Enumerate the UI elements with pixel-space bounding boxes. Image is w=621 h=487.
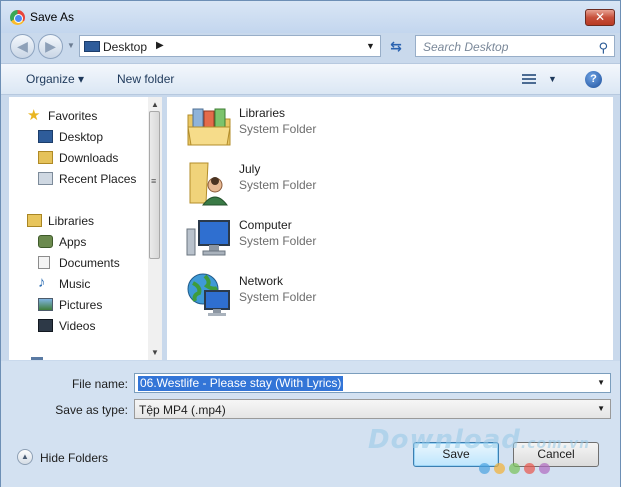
recent-places-icon bbox=[38, 172, 53, 185]
file-name-dropdown-icon[interactable]: ▼ bbox=[597, 378, 605, 387]
address-bar[interactable]: Desktop ▶ ▼ bbox=[79, 35, 381, 57]
item-name: Libraries bbox=[239, 106, 286, 120]
title-bar: Save As ✕ bbox=[1, 1, 620, 33]
search-input[interactable]: Search Desktop ⚲ bbox=[415, 35, 615, 57]
refresh-button[interactable]: ⇆ bbox=[384, 35, 408, 57]
breadcrumb-chevron-icon[interactable]: ▶ bbox=[156, 40, 164, 51]
desktop-icon bbox=[84, 41, 100, 52]
forward-arrow-icon: ▶ bbox=[45, 38, 56, 54]
sidebar-item-partial bbox=[31, 357, 43, 360]
back-button[interactable]: ◀ bbox=[10, 34, 35, 59]
libraries-folder-icon bbox=[187, 108, 231, 146]
documents-icon bbox=[38, 256, 50, 269]
sidebar-scrollbar[interactable]: ▲ ▼ bbox=[148, 97, 162, 360]
sidebar-item-label: Libraries bbox=[48, 214, 95, 228]
item-type: System Folder bbox=[239, 178, 317, 192]
search-icon[interactable]: ⚲ bbox=[598, 40, 608, 56]
scroll-down-icon[interactable]: ▼ bbox=[151, 348, 159, 357]
sidebar-item-label: Desktop bbox=[59, 130, 104, 144]
download-watermark: Download.com.vn bbox=[368, 425, 591, 455]
help-icon[interactable]: ? bbox=[585, 71, 602, 88]
save-as-type-value: Tệp MP4 (.mp4) bbox=[139, 403, 226, 417]
close-button[interactable]: ✕ bbox=[585, 9, 615, 26]
hide-folders-label: Hide Folders bbox=[40, 451, 109, 465]
file-name-value[interactable]: 06.Westlife - Please stay (With Lyrics) bbox=[138, 376, 344, 391]
list-item[interactable]: Libraries System Folder bbox=[185, 103, 485, 155]
watermark-dots bbox=[479, 463, 554, 477]
item-name: Network bbox=[239, 274, 284, 288]
star-icon: ★ bbox=[27, 107, 41, 124]
view-dropdown-icon[interactable]: ▼ bbox=[548, 74, 557, 84]
change-view-icon[interactable] bbox=[522, 72, 536, 86]
organize-button[interactable]: Organize ▾ bbox=[26, 72, 84, 86]
navigation-bar: ◀ ▶ ▼ Desktop ▶ ▼ ⇆ Search Desktop ⚲ bbox=[1, 33, 620, 61]
list-item[interactable]: July System Folder bbox=[185, 159, 485, 211]
user-folder-icon bbox=[189, 162, 229, 206]
sidebar-item-label: Downloads bbox=[59, 151, 119, 165]
sidebar-item-label: Apps bbox=[59, 235, 87, 249]
address-text[interactable]: Desktop bbox=[103, 40, 147, 54]
sidebar-item-label: Recent Places bbox=[59, 172, 137, 186]
history-dropdown-icon[interactable]: ▼ bbox=[67, 41, 75, 50]
navigation-pane: ★ Favorites Desktop Downloads Recent Pla… bbox=[9, 97, 162, 360]
libraries-icon bbox=[27, 214, 42, 227]
videos-icon bbox=[38, 319, 53, 332]
new-folder-button[interactable]: New folder bbox=[117, 72, 174, 86]
item-type: System Folder bbox=[239, 290, 317, 304]
chrome-icon bbox=[10, 10, 25, 25]
sidebar-item-label: Documents bbox=[59, 256, 120, 270]
save-as-dialog: Save As ✕ ◀ ▶ ▼ Desktop ▶ ▼ ⇆ Search Des… bbox=[0, 0, 621, 487]
network-icon bbox=[187, 273, 230, 316]
computer-icon bbox=[186, 220, 230, 256]
apps-icon bbox=[38, 235, 53, 248]
toolbar: Organize ▾ New folder ▼ ? bbox=[1, 63, 620, 95]
collapse-up-icon: ▲ bbox=[17, 449, 33, 465]
file-name-label: File name: bbox=[71, 377, 128, 391]
desktop-icon bbox=[38, 130, 53, 143]
sidebar-item-label: Music bbox=[59, 277, 91, 291]
item-name: July bbox=[239, 162, 261, 176]
forward-button[interactable]: ▶ bbox=[38, 34, 63, 59]
save-as-type-label: Save as type: bbox=[55, 403, 128, 417]
scrollbar-thumb[interactable] bbox=[149, 111, 160, 259]
list-item[interactable]: Computer System Folder bbox=[185, 215, 485, 267]
search-placeholder: Search Desktop bbox=[423, 40, 509, 54]
sidebar-item-label: Videos bbox=[59, 319, 96, 333]
back-arrow-icon: ◀ bbox=[17, 38, 28, 54]
window-title: Save As bbox=[30, 10, 75, 24]
list-item[interactable]: Network System Folder bbox=[185, 271, 485, 323]
music-icon: ♪ bbox=[38, 274, 46, 291]
downloads-icon bbox=[38, 151, 53, 164]
item-type: System Folder bbox=[239, 234, 317, 248]
sidebar-item-label: Pictures bbox=[59, 298, 103, 312]
item-name: Computer bbox=[239, 218, 292, 232]
address-dropdown-icon[interactable]: ▼ bbox=[366, 41, 375, 51]
save-as-type-select[interactable]: Tệp MP4 (.mp4) ▼ bbox=[134, 399, 611, 419]
scroll-up-icon[interactable]: ▲ bbox=[151, 100, 159, 109]
pictures-icon bbox=[38, 298, 53, 311]
save-as-type-dropdown-icon[interactable]: ▼ bbox=[597, 404, 605, 413]
file-name-field[interactable]: 06.Westlife - Please stay (With Lyrics) … bbox=[134, 373, 611, 393]
sidebar-item-label: Favorites bbox=[48, 109, 98, 123]
refresh-icon: ⇆ bbox=[390, 38, 402, 54]
item-type: System Folder bbox=[239, 122, 317, 136]
file-list: Libraries System Folder July System Fold… bbox=[167, 97, 613, 360]
